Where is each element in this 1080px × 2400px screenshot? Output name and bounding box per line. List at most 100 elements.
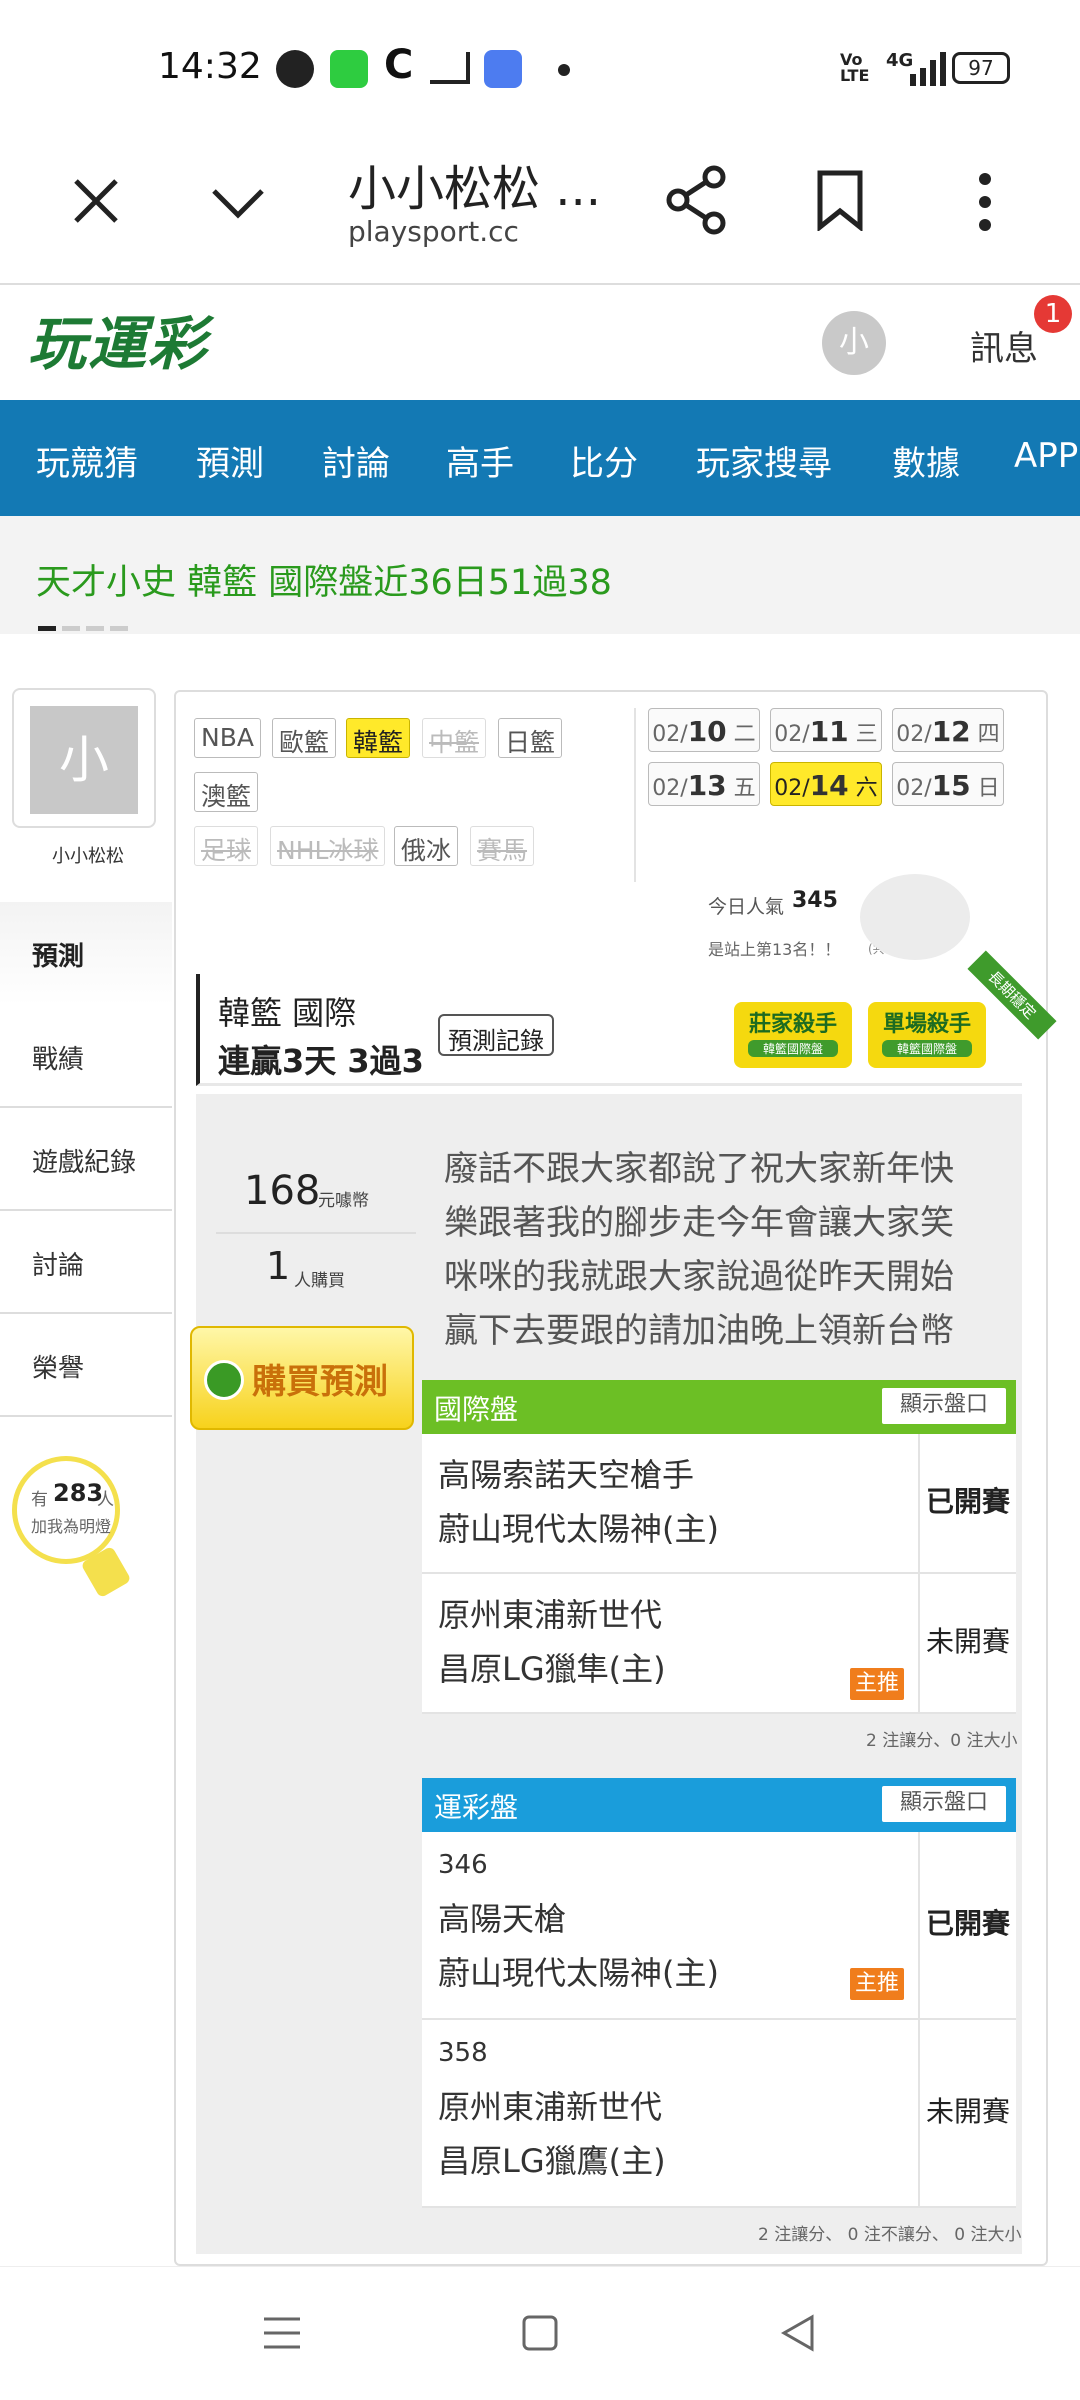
back-icon[interactable] — [778, 2313, 818, 2353]
game-status: 未開賽 — [918, 2020, 1016, 2206]
home-icon[interactable] — [520, 2313, 560, 2353]
league-japan-basketball[interactable]: 日籃 — [498, 718, 563, 758]
league-australia-basketball[interactable]: 澳籃 — [194, 772, 259, 812]
prediction-record-button[interactable]: 預測記錄 — [438, 1014, 554, 1056]
chevron-down-icon[interactable] — [210, 185, 266, 221]
nav-item-app[interactable]: APP — [1014, 436, 1078, 476]
popularity-value: 345 — [792, 888, 838, 913]
date-0214[interactable]: 02/14 六 — [770, 762, 882, 806]
volte-icon: Vo LTE — [840, 50, 870, 85]
main-pick-badge: 主推 — [850, 1968, 904, 2000]
sidebar-item-label: 預測 — [32, 942, 85, 972]
date-0211[interactable]: 02/11 三 — [770, 708, 882, 752]
sidebar-item-discuss[interactable]: 討論 — [0, 1211, 172, 1314]
league-nba[interactable]: NBA — [194, 718, 261, 758]
sidebar-item-record[interactable]: 戰績 — [0, 1005, 172, 1108]
league-card: 韓籃 國際 連贏3天 3過3 預測記錄 莊家殺手 韓籃國際盤 單場殺手 韓籃國際… — [196, 950, 1057, 1086]
page-url[interactable]: playsport.cc — [348, 215, 519, 248]
ticker-dot — [110, 626, 128, 631]
date-0213[interactable]: 02/13 五 — [648, 762, 760, 806]
nav-item-player-search[interactable]: 玩家搜尋 — [696, 436, 832, 485]
main-pick-badge: 主推 — [850, 1668, 904, 1700]
team2: 蔚山現代太陽神(主) — [438, 1510, 719, 1548]
profile-avatar[interactable]: 小 — [30, 706, 138, 814]
fans-bulb[interactable]: 有 283 人 加我為明燈 — [12, 1456, 120, 1564]
line-app-icon — [276, 50, 314, 88]
game-code: 346 — [438, 1850, 488, 1880]
lottery-show-odds-button[interactable]: 顯示盤口 — [882, 1786, 1006, 1822]
date-0212[interactable]: 02/12 四 — [892, 708, 1004, 752]
popularity-rank: 是站上第13名！！ — [708, 940, 841, 959]
lottery-board-header: 運彩盤 顯示盤口 — [422, 1778, 1016, 1832]
nav-item-experts[interactable]: 高手 — [446, 436, 514, 485]
badge-bottom: 韓籃國際盤 — [748, 1040, 838, 1057]
game-status: 已開賽 — [918, 1832, 1016, 2018]
user-avatar[interactable]: 小 — [822, 311, 886, 375]
menu-icon[interactable] — [262, 2313, 302, 2353]
intl-board-header: 國際盤 顯示盤口 — [422, 1380, 1016, 1434]
nav-item-predict[interactable]: 預測 — [196, 436, 264, 485]
team2: 昌原LG獵隼(主) — [438, 1650, 666, 1688]
sidebar-item-label: 遊戲紀錄 — [32, 1148, 137, 1178]
league-russia-hockey[interactable]: 俄冰 — [394, 826, 459, 866]
site-logo[interactable]: 玩運彩 — [28, 297, 208, 381]
nav-item-discuss[interactable]: 討論 — [322, 436, 390, 485]
date-0215[interactable]: 02/15 日 — [892, 762, 1004, 806]
league-card-streak: 連贏3天 3過3 — [218, 1042, 424, 1080]
prediction-message: 廢話不跟大家都說了祝大家新年快樂跟著我的腳步走今年會讓大家笑咪咪的我就跟大家說過… — [444, 1142, 974, 1358]
buy-prediction-label: 購買預測 — [252, 1362, 388, 1402]
bookmark-icon[interactable] — [816, 169, 864, 231]
price-value: 168 — [244, 1168, 321, 1214]
intl-show-odds-button[interactable]: 顯示盤口 — [882, 1388, 1006, 1424]
nav-item-scores[interactable]: 比分 — [570, 436, 638, 485]
status-bar: 14:32 C Vo LTE 4G 97 — [0, 0, 1080, 135]
buy-prediction-button[interactable]: 購買預測 — [190, 1326, 414, 1430]
battery-icon: 97 — [952, 52, 1010, 84]
c-app-icon: C — [384, 42, 414, 88]
team1: 原州東浦新世代 — [438, 2088, 663, 2126]
sidebar-item-predict[interactable]: 預測 — [0, 902, 172, 1005]
league-nhl: NHL冰球 — [270, 826, 386, 866]
team1: 原州東浦新世代 — [438, 1596, 663, 1634]
sidebar-item-label: 討論 — [32, 1251, 85, 1281]
profile-name: 小小松松 — [52, 846, 124, 867]
share-icon[interactable] — [666, 165, 728, 235]
nav-item-data[interactable]: 數據 — [892, 436, 960, 485]
sidebar-item-label: 榮譽 — [32, 1354, 85, 1384]
game-status: 已開賽 — [918, 1434, 1016, 1572]
date-0210[interactable]: 02/10 二 — [648, 708, 760, 752]
league-date-divider — [634, 708, 636, 882]
sidebar-item-honors[interactable]: 榮譽 — [0, 1314, 172, 1417]
league-korea-basketball[interactable]: 韓籃 — [346, 718, 411, 758]
team1: 高陽天槍 — [438, 1900, 567, 1938]
intl-row-2: 原州東浦新世代 昌原LG獵隼(主) 主推 未開賽 — [422, 1574, 1016, 1714]
close-icon[interactable] — [70, 175, 122, 227]
mascot-icon — [860, 874, 970, 960]
signal-chart-icon — [430, 52, 470, 84]
popularity-label: 今日人氣 — [708, 896, 785, 918]
messages-link[interactable]: 訊息 — [970, 321, 1038, 370]
lottery-row-1: 346 高陽天槍 蔚山現代太陽神(主) 主推 已開賽 — [422, 1832, 1016, 2020]
site-header: 玩運彩 小 訊息 1 — [0, 287, 1080, 399]
signal-icon — [910, 52, 946, 86]
more-menu-icon[interactable] — [976, 171, 994, 233]
sidebar-item-game-log[interactable]: 遊戲紀錄 — [0, 1108, 172, 1211]
league-soccer: 足球 — [194, 826, 259, 866]
nav-item-guess[interactable]: 玩競猜 — [36, 436, 138, 485]
battery-level: 97 — [968, 56, 994, 80]
main-content: 小 小小松松 預測 戰績 遊戲紀錄 討論 榮譽 有 283 人 加我為明燈 NB… — [0, 634, 1080, 2266]
fans-unit: 人 — [97, 1490, 114, 1510]
team2: 昌原LG獵鷹(主) — [438, 2142, 666, 2180]
buyers-unit: 人購買 — [294, 1271, 345, 1291]
single-game-killer-badge: 單場殺手 韓籃國際盤 — [868, 1002, 986, 1068]
price-divider — [216, 1232, 416, 1234]
league-euro-basketball[interactable]: 歐籃 — [272, 718, 337, 758]
game-status: 未開賽 — [918, 1574, 1016, 1712]
news-ticker[interactable]: 天才小史 韓籃 國際盤近36日51過38 — [0, 516, 1080, 634]
price-unit: 元噱幣 — [318, 1191, 369, 1211]
ticker-text[interactable]: 天才小史 韓籃 國際盤近36日51過38 — [36, 554, 612, 605]
green-app-icon — [330, 50, 368, 88]
intl-board-title: 國際盤 — [434, 1393, 519, 1426]
badge-top: 莊家殺手 — [748, 1012, 837, 1037]
buyers-count: 1 — [266, 1244, 291, 1288]
